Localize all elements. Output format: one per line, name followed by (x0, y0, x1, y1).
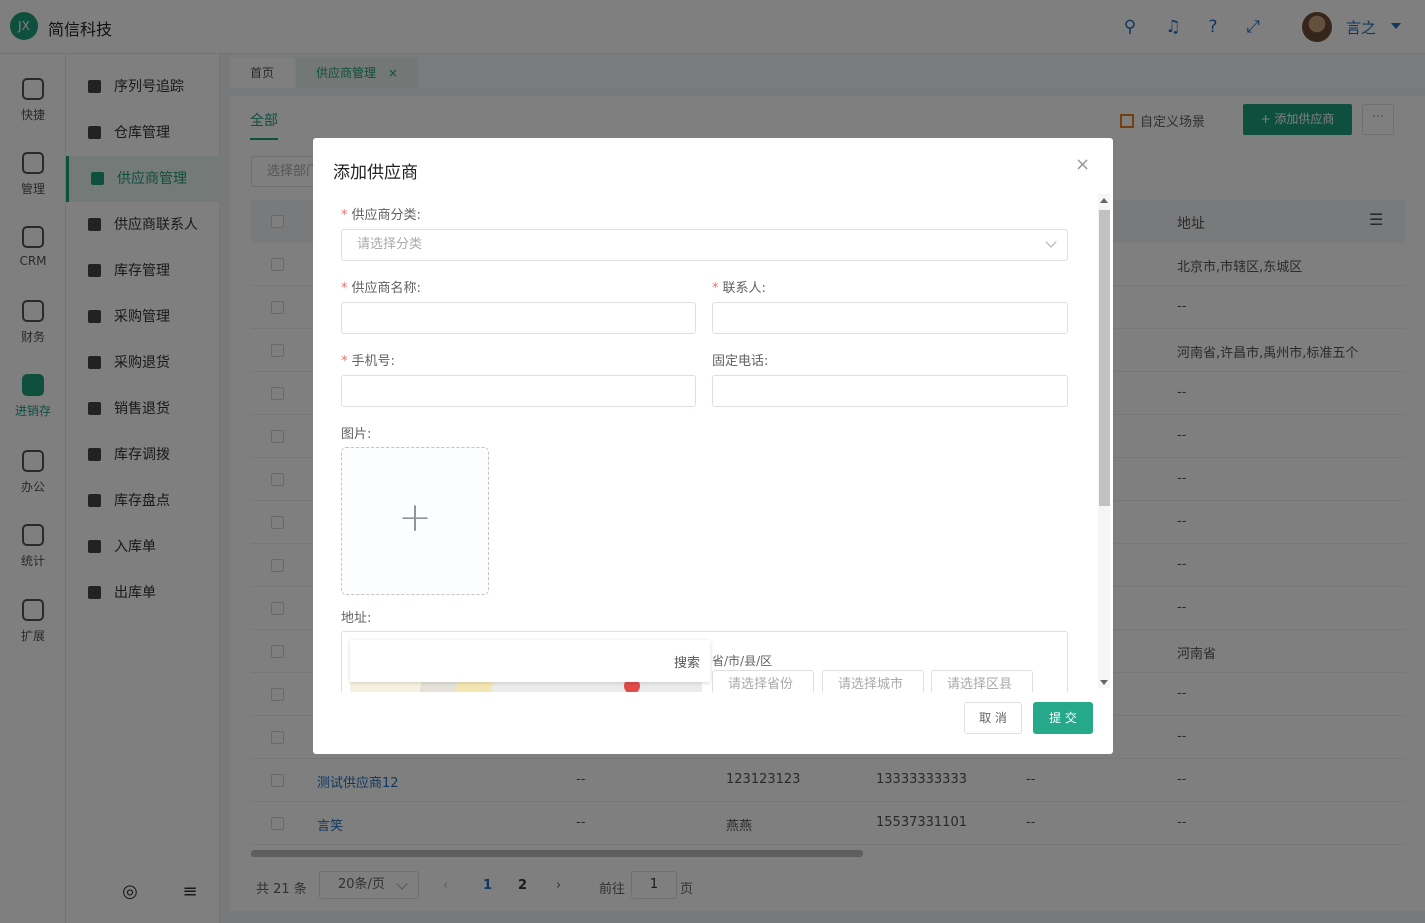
city-placeholder: 请选择城市 (838, 677, 904, 692)
plus-icon: + (398, 495, 432, 541)
scroll-up-icon[interactable] (1100, 198, 1108, 203)
required-mark: * (341, 208, 348, 223)
supplier-name-input[interactable] (341, 302, 696, 334)
phone-label: 固定电话: (712, 354, 769, 369)
category-placeholder: 请选择分类 (357, 237, 423, 252)
add-supplier-dialog: 添加供应商 × * 供应商分类: 请选择分类 * 供应商名称: * 联系人: * 手机号… (313, 138, 1113, 754)
mobile-label-text: 手机号: (351, 354, 395, 369)
district-select[interactable]: 请选择区县 (931, 670, 1033, 692)
province-select[interactable]: 请选择省份 (712, 670, 814, 692)
address-map-panel: 搜索 省/市/县/区 请选择省份 请选择城市 请选择区县 (341, 631, 1068, 692)
submit-button[interactable]: 提 交 (1033, 702, 1093, 734)
contact-input[interactable] (712, 302, 1068, 334)
district-placeholder: 请选择区县 (947, 677, 1013, 692)
scroll-down-icon[interactable] (1100, 680, 1108, 685)
map-search-button[interactable]: 搜索 (674, 652, 700, 671)
contact-label: * 联系人: (712, 277, 766, 296)
category-label-text: 供应商分类: (351, 208, 421, 223)
name-label: * 供应商名称: (341, 277, 421, 296)
category-select[interactable]: 请选择分类 (341, 229, 1068, 261)
phone-input[interactable] (712, 375, 1068, 407)
required-mark: * (712, 281, 719, 296)
cancel-button[interactable]: 取 消 (964, 702, 1022, 734)
image-label: 图片: (341, 427, 372, 442)
city-select[interactable]: 请选择城市 (822, 670, 924, 692)
dialog-title: 添加供应商 (333, 163, 418, 183)
required-mark: * (341, 354, 348, 369)
map-search-box[interactable]: 搜索 (350, 640, 710, 682)
name-label-text: 供应商名称: (351, 281, 421, 296)
contact-label-text: 联系人: (722, 281, 766, 296)
scrollbar-thumb[interactable] (1099, 210, 1110, 506)
map-view[interactable] (350, 682, 702, 692)
dialog-body: * 供应商分类: 请选择分类 * 供应商名称: * 联系人: * 手机号: 固定电话: … (313, 192, 1113, 692)
image-upload[interactable]: + (341, 447, 489, 595)
mobile-input[interactable] (341, 375, 696, 407)
mobile-label: * 手机号: (341, 350, 395, 369)
address-label: 地址: (341, 611, 372, 626)
category-label: * 供应商分类: (341, 204, 421, 223)
close-icon[interactable]: × (1075, 156, 1090, 174)
region-label: 省/市/县/区 (712, 654, 773, 668)
province-placeholder: 请选择省份 (728, 677, 794, 692)
required-mark: * (341, 281, 348, 296)
chevron-down-icon (1045, 236, 1057, 248)
